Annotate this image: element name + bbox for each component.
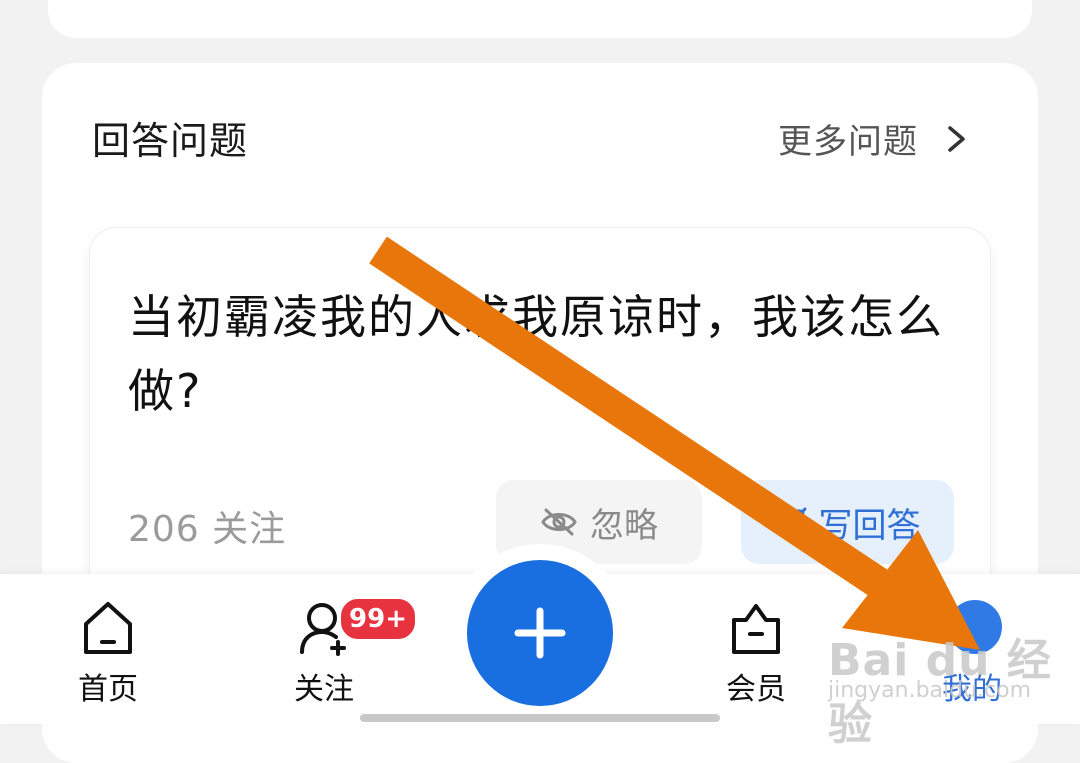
- watermark-sub: jingyan.baidu.com: [828, 678, 1032, 703]
- write-answer-label: 写回答: [818, 505, 921, 546]
- more-questions-link[interactable]: 更多问题: [778, 114, 970, 163]
- baidu-jingyan-watermark: Bai du 经验 jingyan.baidu.com: [828, 624, 1058, 750]
- more-questions-label: 更多问题: [778, 122, 918, 162]
- home-indicator: [360, 714, 720, 722]
- section-title: 回答问题: [92, 119, 249, 163]
- edit-icon: [777, 507, 806, 537]
- crown-bag-icon: [732, 604, 780, 654]
- tab-follow-label: 关注: [294, 672, 354, 707]
- eye-off-icon: [541, 508, 577, 536]
- tab-vip-label: 会员: [726, 672, 786, 707]
- question-title[interactable]: 当初霸凌我的人求我原谅时，我该怎么做?: [128, 280, 958, 428]
- add-button[interactable]: [467, 560, 613, 706]
- chevron-right-icon: [948, 125, 965, 152]
- tab-home[interactable]: 首页: [48, 598, 168, 708]
- tab-home-label: 首页: [78, 672, 138, 707]
- write-answer-button[interactable]: 写回答: [741, 480, 954, 564]
- home-icon: [84, 602, 132, 654]
- previous-card: [48, 0, 1032, 38]
- plus-icon: [514, 607, 566, 659]
- follow-count: 206 关注: [128, 509, 287, 550]
- ignore-label: 忽略: [590, 505, 658, 546]
- follow-badge: 99+: [338, 596, 418, 642]
- tab-vip[interactable]: 会员: [696, 598, 816, 708]
